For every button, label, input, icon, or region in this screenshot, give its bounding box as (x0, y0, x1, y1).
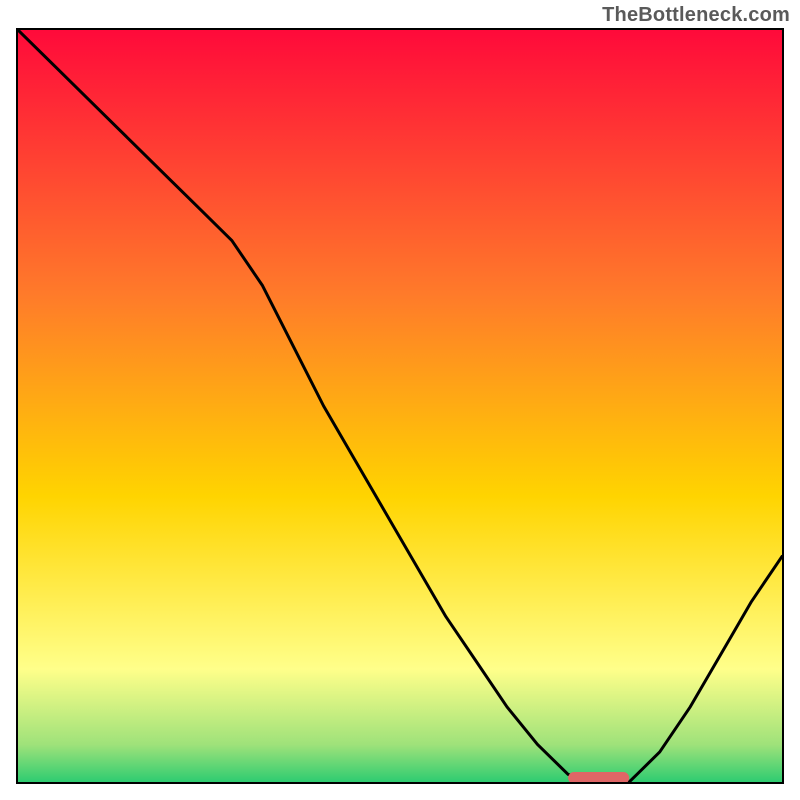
optimal-range-marker (568, 772, 629, 782)
plot-area (16, 28, 784, 784)
chart-stage: TheBottleneck.com (0, 0, 800, 800)
watermark-label: TheBottleneck.com (602, 4, 790, 27)
bottleneck-chart (18, 30, 782, 782)
